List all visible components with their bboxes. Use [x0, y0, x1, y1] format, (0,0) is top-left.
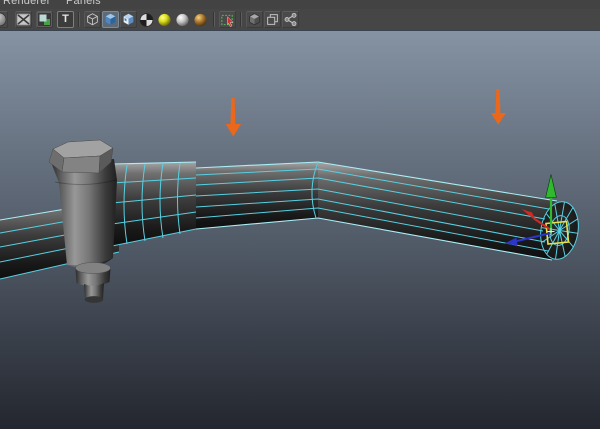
textured-cube-icon[interactable] — [120, 11, 137, 28]
gray-cube-glyph — [249, 13, 260, 26]
menu-renderer[interactable]: Renderer — [3, 0, 50, 7]
shaded-cube-icon[interactable] — [102, 11, 119, 28]
sphere-glyph — [0, 12, 7, 27]
toolbar-separator — [213, 12, 215, 27]
wire-cube-glyph — [87, 13, 98, 26]
white-sphere-glyph — [176, 13, 189, 26]
xray-cube-icon[interactable] — [246, 11, 263, 28]
yellow-sphere-glyph — [158, 13, 171, 26]
shaded-cube-glyph — [105, 13, 116, 25]
panel-toolbar: T — [0, 9, 600, 30]
overlap-squares-glyph — [267, 14, 278, 25]
toolbar-separator — [78, 12, 80, 27]
wireframe-cube-icon[interactable] — [84, 11, 101, 28]
isolate-select-glyph — [221, 14, 234, 27]
all-lights-icon[interactable] — [192, 11, 209, 28]
checker-sphere-icon[interactable] — [138, 11, 155, 28]
maya-viewport-panel: Renderer Panels T — [0, 0, 600, 429]
node-network-glyph — [284, 12, 297, 27]
node-network-icon[interactable] — [282, 11, 299, 28]
default-lighting-icon[interactable] — [156, 11, 173, 28]
viewport-3d[interactable] — [0, 30, 600, 429]
textured-cube-glyph — [123, 13, 134, 25]
isolate-select-icon[interactable] — [219, 11, 236, 28]
view-gate-icon[interactable] — [36, 11, 53, 28]
gate-mask-icon[interactable] — [15, 11, 32, 28]
x-box-glyph — [16, 13, 31, 26]
checker-sphere-glyph — [139, 12, 154, 27]
panel-menubar: Renderer Panels — [0, 0, 600, 9]
flat-lighting-icon[interactable] — [174, 11, 191, 28]
sphere-partial-icon[interactable] — [0, 11, 8, 28]
safe-title-glyph: T — [62, 13, 69, 25]
safe-title-icon[interactable]: T — [57, 11, 74, 28]
toolbar-separator — [240, 12, 242, 27]
overlap-squares-icon[interactable] — [264, 11, 281, 28]
menu-panels[interactable]: Panels — [66, 0, 101, 7]
squares-glyph — [37, 12, 52, 27]
gold-sphere-glyph — [194, 13, 207, 26]
